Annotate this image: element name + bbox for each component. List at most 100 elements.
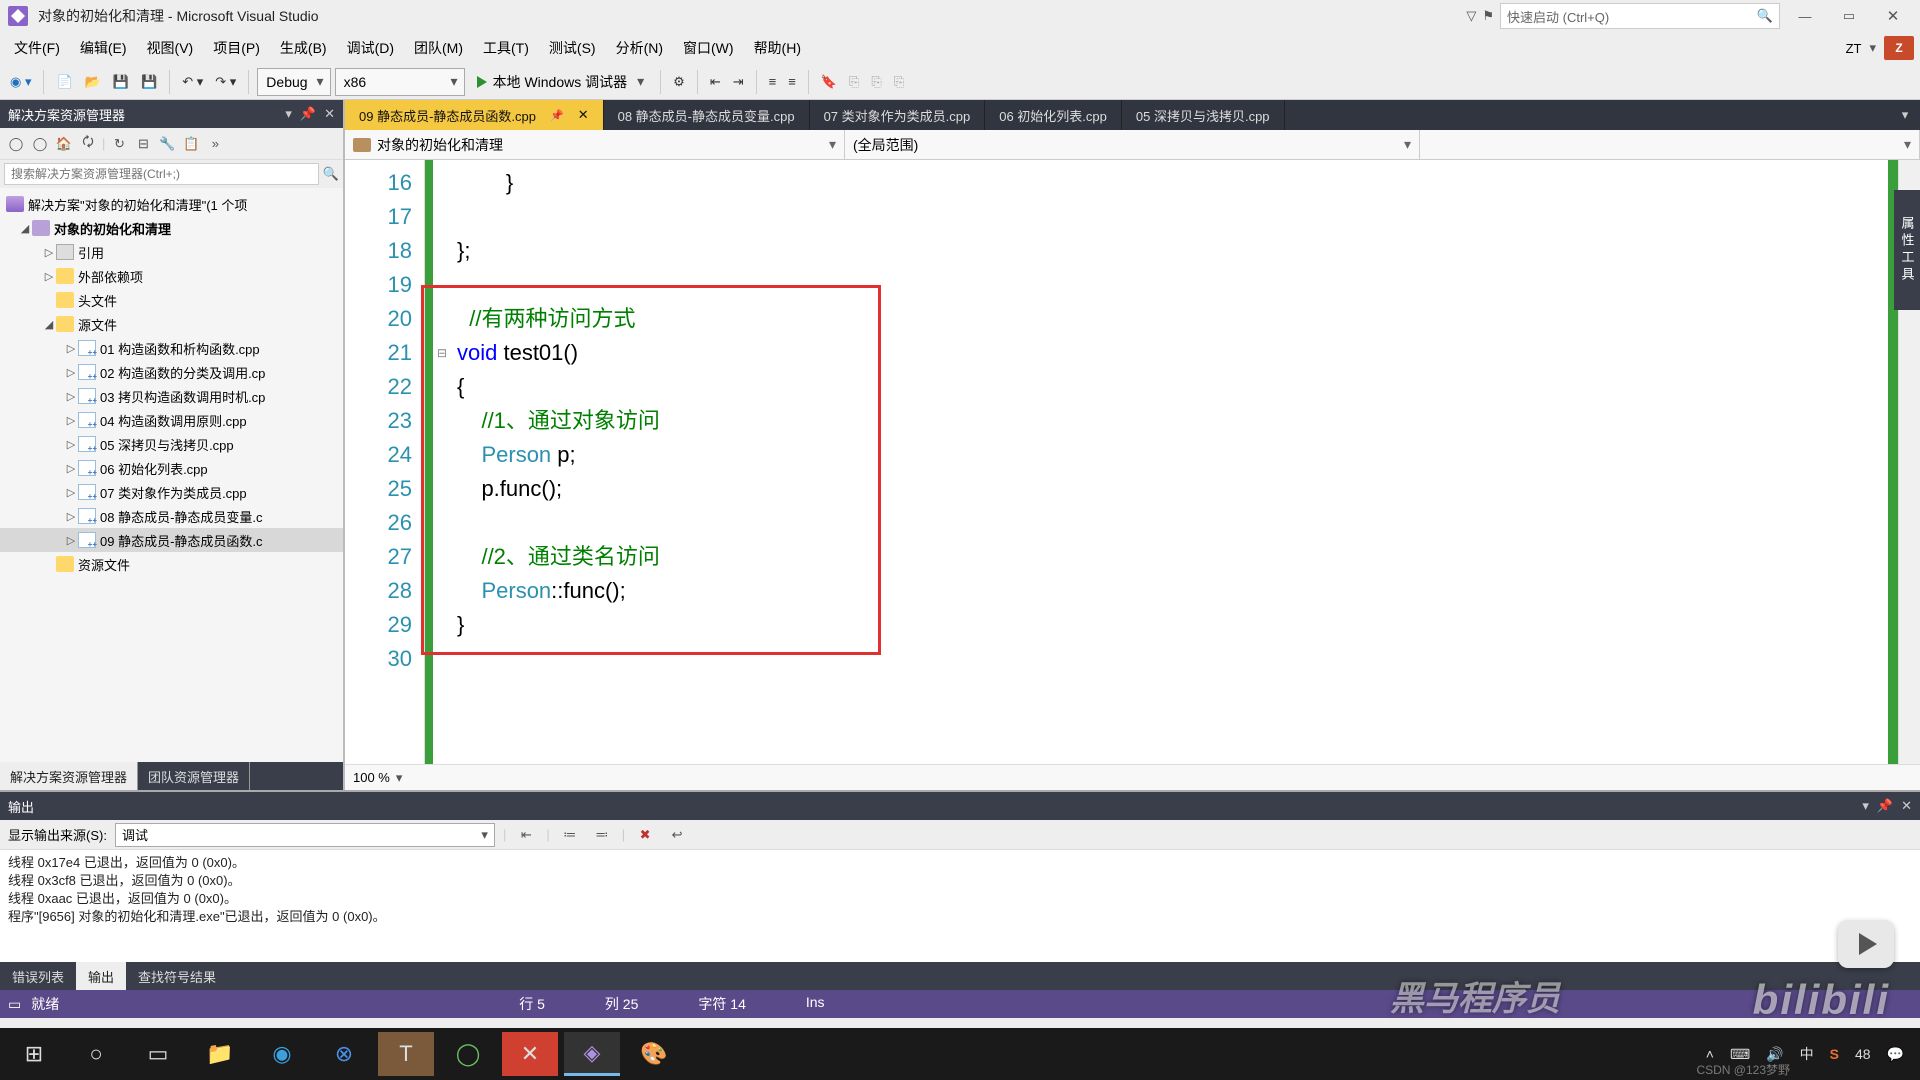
quick-launch-input[interactable]: 快速启动 (Ctrl+Q) 🔍 — [1500, 3, 1780, 29]
source-node[interactable]: ◢源文件 — [0, 312, 343, 336]
menu-item[interactable]: 团队(M) — [406, 34, 471, 62]
zoom-select[interactable]: 100 % — [353, 770, 433, 786]
taskview-button[interactable]: ▭ — [130, 1032, 186, 1076]
undo-button[interactable]: ↶ ▾ — [178, 68, 207, 96]
cortana-button[interactable]: ○ — [68, 1032, 124, 1076]
solution-node[interactable]: 解决方案"对象的初始化和清理"(1 个项 — [0, 192, 343, 216]
menu-item[interactable]: 帮助(H) — [746, 34, 809, 62]
refresh-icon[interactable]: ↻ — [109, 134, 129, 154]
code-editor[interactable]: 161718192021222324252627282930 ⊟ }}; //有… — [345, 160, 1920, 764]
editor-tab-active[interactable]: 09 静态成员-静态成员函数.cpp📌✕ — [345, 100, 604, 130]
menu-item[interactable]: 编辑(E) — [72, 34, 135, 62]
show-all-icon[interactable]: 📋 — [181, 134, 201, 154]
tab-find-symbols[interactable]: 查找符号结果 — [126, 962, 228, 990]
start-button[interactable]: ⊞ — [6, 1032, 62, 1076]
explorer-button[interactable]: 📁 — [192, 1032, 248, 1076]
back-icon[interactable]: ◯ — [6, 134, 26, 154]
source-file[interactable]: ▷05 深拷贝与浅拷贝.cpp — [0, 432, 343, 456]
bookmark-button[interactable]: 🔖 — [817, 68, 841, 96]
tab-error-list[interactable]: 错误列表 — [0, 962, 76, 990]
save-all-button[interactable]: 💾 — [137, 68, 161, 96]
tray-notif-icon[interactable]: 💬 — [1887, 1046, 1904, 1063]
browser-button[interactable]: ◉ — [254, 1032, 310, 1076]
notify-icon[interactable]: ▽ — [1466, 8, 1476, 24]
tb-extra2[interactable]: ⎘ — [867, 68, 885, 96]
config-select[interactable]: Debug — [257, 68, 330, 96]
app3-button[interactable]: ✕ — [502, 1032, 558, 1076]
app-button[interactable]: ⊗ — [316, 1032, 372, 1076]
menu-item[interactable]: 生成(B) — [272, 34, 335, 62]
editor-tab[interactable]: 05 深拷贝与浅拷贝.cpp — [1122, 100, 1285, 130]
close-icon[interactable]: ✕ — [1901, 798, 1912, 814]
output-btn1[interactable]: ⇤ — [514, 823, 538, 847]
nav-right-select[interactable] — [1420, 130, 1920, 159]
scope-select[interactable]: 对象的初始化和清理 — [345, 130, 845, 159]
menu-item[interactable]: 项目(P) — [205, 34, 268, 62]
solution-tree[interactable]: 解决方案"对象的初始化和清理"(1 个项 ◢对象的初始化和清理 ▷引用 ▷外部依… — [0, 188, 343, 762]
tab-output[interactable]: 输出 — [76, 962, 126, 990]
fwd-icon[interactable]: ◯ — [30, 134, 50, 154]
tab-team-explorer[interactable]: 团队资源管理器 — [138, 762, 250, 790]
system-tray[interactable]: ˄ ⌨ 🔊 中 S 48 💬 — [1706, 1044, 1914, 1064]
pin-icon[interactable]: 📌 — [300, 106, 316, 122]
open-button[interactable]: 📂 — [81, 68, 105, 96]
search-input[interactable] — [4, 163, 319, 185]
output-btn3[interactable]: ≕ — [590, 823, 614, 847]
source-file[interactable]: ▷06 初始化列表.cpp — [0, 456, 343, 480]
new-file-button[interactable]: 📄 — [52, 68, 76, 96]
platform-select[interactable]: x86 — [335, 68, 465, 96]
source-file[interactable]: ▷01 构造函数和析构函数.cpp — [0, 336, 343, 360]
user-label[interactable]: ZT — [1846, 41, 1862, 56]
video-play-button[interactable] — [1838, 920, 1894, 968]
tab-solution-explorer[interactable]: 解决方案资源管理器 — [0, 762, 138, 790]
output-body[interactable]: 线程 0x17e4 已退出，返回值为 0 (0x0)。线程 0x3cf8 已退出… — [0, 850, 1920, 962]
notes-button[interactable]: T — [378, 1032, 434, 1076]
project-node[interactable]: ◢对象的初始化和清理 — [0, 216, 343, 240]
tray-s-icon[interactable]: S — [1830, 1046, 1839, 1062]
member-select[interactable]: (全局范围) — [845, 130, 1420, 159]
references-node[interactable]: ▷引用 — [0, 240, 343, 264]
dropdown-icon[interactable]: ▾ — [1862, 798, 1869, 814]
output-source-select[interactable]: 调试 — [115, 823, 495, 847]
source-file[interactable]: ▷02 构造函数的分类及调用.cp — [0, 360, 343, 384]
dropdown-icon[interactable]: ▾ — [285, 106, 292, 122]
source-file[interactable]: ▷07 类对象作为类成员.cpp — [0, 480, 343, 504]
chevron-down-icon[interactable]: ▾ — [1869, 40, 1876, 56]
collapse-gutter[interactable]: ⊟ — [433, 160, 451, 764]
headers-node[interactable]: 头文件 — [0, 288, 343, 312]
menu-item[interactable]: 调试(D) — [339, 34, 402, 62]
vs-taskbar-button[interactable]: ◈ — [564, 1032, 620, 1076]
solution-explorer-search[interactable]: 🔍 — [0, 160, 343, 188]
menu-item[interactable]: 分析(N) — [608, 34, 671, 62]
tb-extra3[interactable]: ⎘ — [890, 68, 908, 96]
close-icon[interactable]: ✕ — [324, 106, 335, 122]
redo-button[interactable]: ↷ ▾ — [211, 68, 240, 96]
tb-extra1[interactable]: ⎘ — [845, 68, 863, 96]
sync-icon[interactable]: 🗘 — [78, 134, 98, 154]
tb-btn[interactable]: ⚙ — [669, 68, 689, 96]
output-wrap-button[interactable]: ↩ — [665, 823, 689, 847]
ime-indicator[interactable]: 中 — [1800, 1044, 1814, 1064]
menu-item[interactable]: 测试(S) — [541, 34, 604, 62]
source-file[interactable]: ▷08 静态成员-静态成员变量.c — [0, 504, 343, 528]
tray-time[interactable]: 48 — [1855, 1046, 1871, 1062]
menu-item[interactable]: 窗口(W) — [675, 34, 742, 62]
comment-button[interactable]: ≡ — [765, 68, 781, 96]
save-button[interactable]: 💾 — [109, 68, 133, 96]
collapse-icon[interactable]: ⊟ — [133, 134, 153, 154]
close-button[interactable]: ✕ — [1874, 3, 1912, 29]
user-badge[interactable]: Z — [1884, 36, 1914, 60]
source-file[interactable]: ▷09 静态成员-静态成员函数.c — [0, 528, 343, 552]
tab-overflow-button[interactable]: ▾ — [1890, 100, 1920, 130]
close-icon[interactable]: ✕ — [578, 107, 589, 123]
nav-back-button[interactable]: ◉ ▾ — [6, 68, 35, 96]
code-content[interactable]: }}; //有两种访问方式void test01(){ //1、通过对象访问 P… — [451, 160, 1920, 764]
side-tool-panel[interactable]: 属性工具 — [1894, 190, 1920, 310]
tray-volume-icon[interactable]: 🔊 — [1766, 1046, 1783, 1063]
tray-up-icon[interactable]: ˄ — [1706, 1046, 1714, 1062]
start-debug-button[interactable]: 本地 Windows 调试器▾ — [469, 68, 653, 96]
pin-icon[interactable]: 📌 — [1877, 798, 1893, 814]
indent-in-button[interactable]: ⇥ — [729, 68, 748, 96]
indent-out-button[interactable]: ⇤ — [706, 68, 725, 96]
uncomment-button[interactable]: ≡ — [784, 68, 800, 96]
